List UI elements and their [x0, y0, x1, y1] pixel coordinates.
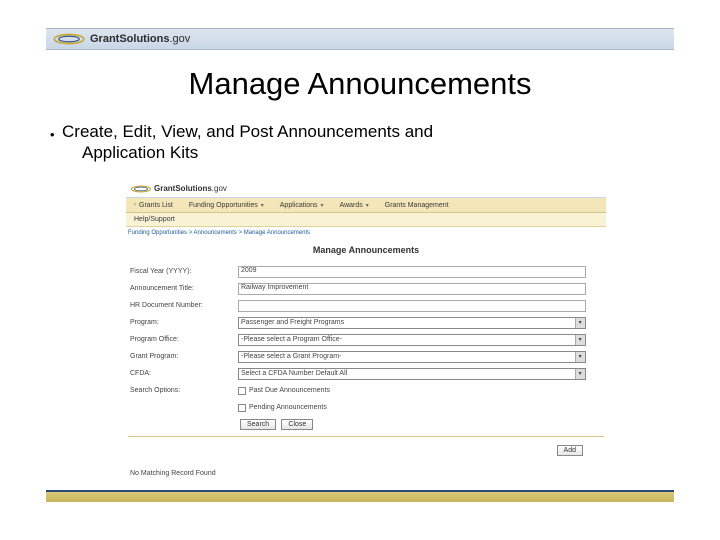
add-button[interactable]: Add [557, 445, 583, 456]
label-announcement-title: Announcement Title: [128, 285, 238, 292]
nav-applications[interactable]: Applications▾ [272, 198, 332, 212]
chevron-down-icon: ▾ [575, 318, 585, 328]
slide-header-bar: GrantSolutions.gov [46, 28, 674, 50]
label-grant-program: Grant Program: [128, 353, 238, 360]
app-nav: ‹Grants List Funding Opportunities▾ Appl… [126, 198, 606, 213]
close-button[interactable]: Close [281, 419, 313, 430]
program-office-select[interactable]: -Please select a Program Office-▾ [238, 334, 586, 346]
app-header: GrantSolutions.gov [126, 180, 606, 198]
no-results-text: No Matching Record Found [128, 456, 604, 477]
opt-pending-label: Pending Announcements [249, 404, 327, 411]
nav-grants-management[interactable]: Grants Management [377, 198, 457, 212]
chevron-left-icon: ‹ [134, 202, 136, 208]
nav-funding-opportunities[interactable]: Funding Opportunities▾ [181, 198, 272, 212]
chevron-down-icon: ▾ [321, 202, 324, 209]
checkbox-past-due[interactable] [238, 387, 246, 395]
document-number-input[interactable] [238, 300, 586, 312]
slide-title: Manage Announcements [0, 66, 720, 102]
chevron-down-icon: ▾ [261, 202, 264, 209]
swirl-icon [130, 184, 152, 194]
chevron-down-icon: ▾ [575, 352, 585, 362]
label-program-office: Program Office: [128, 336, 238, 343]
program-select[interactable]: Passenger and Freight Programs▾ [238, 317, 586, 329]
cfda-select[interactable]: Select a CFDA Number Default All▾ [238, 368, 586, 380]
label-search-options: Search Options: [128, 387, 238, 394]
bullet-marker: • [50, 127, 55, 142]
fiscal-year-input[interactable]: 2009 [238, 266, 586, 278]
search-form: Fiscal Year (YYYY): 2009 Announcement Ti… [126, 261, 606, 477]
nav-awards[interactable]: Awards▾ [332, 198, 377, 212]
page-title: Manage Announcements [126, 241, 606, 261]
app-screenshot: GrantSolutions.gov ‹Grants List Funding … [126, 180, 606, 492]
app-nav-sub: Help/Support [126, 213, 606, 227]
swirl-icon [52, 32, 86, 46]
label-fiscal-year: Fiscal Year (YYYY): [128, 268, 238, 275]
brand-text: GrantSolutions.gov [90, 33, 190, 45]
label-program: Program: [128, 319, 238, 326]
announcement-title-input[interactable]: Railway Improvement [238, 283, 586, 295]
bullet-text-line1: Create, Edit, View, and Post Announcemen… [62, 122, 433, 142]
grant-program-select[interactable]: -Please select a Grant Program-▾ [238, 351, 586, 363]
opt-past-due-label: Past Due Announcements [249, 387, 330, 394]
nav-help-support[interactable]: Help/Support [126, 213, 183, 226]
checkbox-pending[interactable] [238, 404, 246, 412]
slide-footer-bar [46, 490, 674, 502]
breadcrumb: Funding Opportunities > Announcements > … [126, 227, 606, 241]
search-button[interactable]: Search [240, 419, 276, 430]
label-document-number: HR Document Number: [128, 302, 238, 309]
label-cfda: CFDA: [128, 370, 238, 377]
app-brand-text: GrantSolutions.gov [154, 184, 227, 193]
chevron-down-icon: ▾ [366, 202, 369, 209]
nav-grants-list[interactable]: ‹Grants List [126, 198, 181, 212]
chevron-down-icon: ▾ [575, 369, 585, 379]
chevron-down-icon: ▾ [575, 335, 585, 345]
bullet-text-line2: Application Kits [82, 143, 198, 163]
